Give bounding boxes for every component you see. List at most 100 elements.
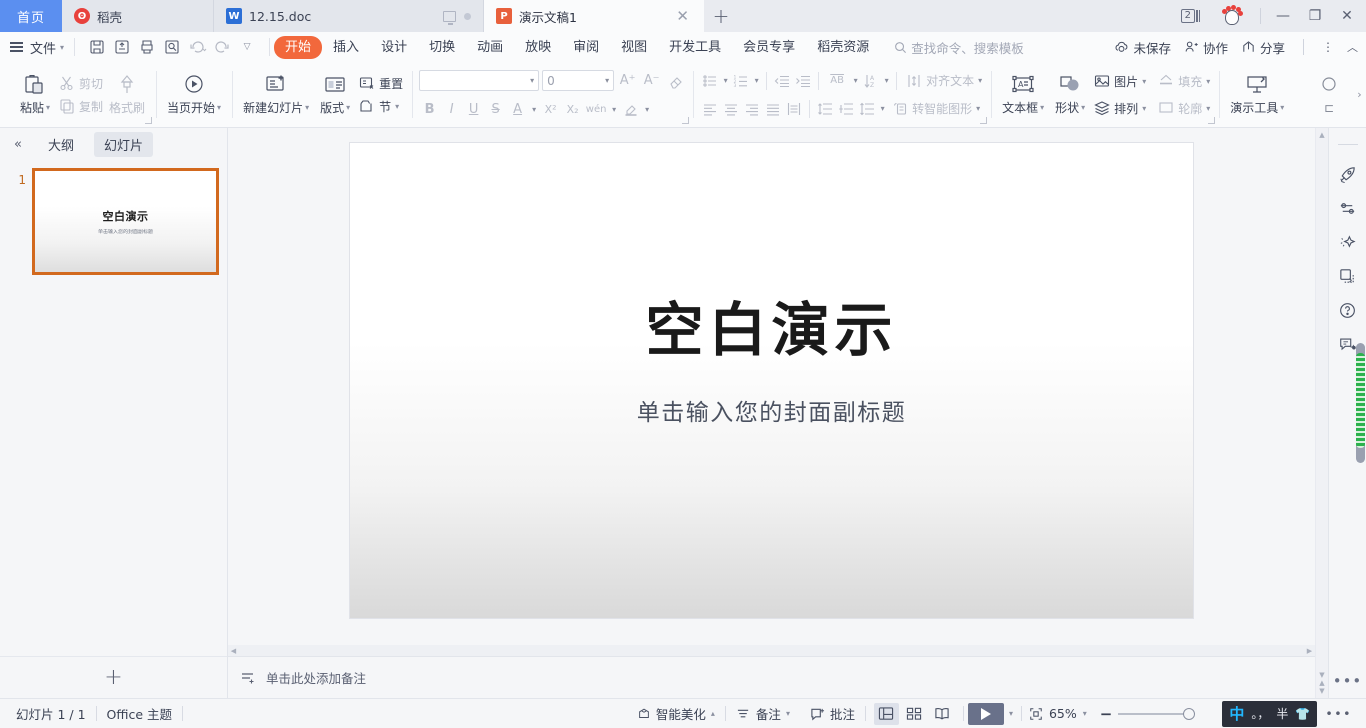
highlight-button[interactable] (620, 99, 641, 119)
fill-button[interactable]: 填充 ▾ (1156, 72, 1212, 91)
rail-settings-button[interactable] (1333, 191, 1363, 225)
share-button[interactable]: 分享 (1241, 38, 1285, 57)
insert-dialog-launcher[interactable] (1208, 117, 1215, 124)
save-icon[interactable] (89, 39, 105, 55)
zoom-slider-handle[interactable] (1183, 708, 1195, 720)
slide-canvas[interactable]: 空白演示 单击输入您的封面副标题 (228, 128, 1315, 645)
file-menu-button[interactable]: 文件 ▾ (10, 38, 70, 57)
highlight-dropdown[interactable]: ▾ (642, 99, 652, 119)
reset-button[interactable]: 重置 (357, 74, 405, 93)
slide-thumbnail-1[interactable]: 空白演示 单击输入您的封面副标题 (32, 168, 219, 275)
tab-outline[interactable]: 大纲 (38, 132, 84, 157)
subscript-button[interactable]: X₂ (562, 99, 583, 119)
distribute-button[interactable] (784, 99, 804, 119)
arrange-button[interactable]: 排列 ▾ (1092, 99, 1148, 118)
collaborate-button[interactable]: 协作 (1184, 38, 1228, 57)
status-more-button[interactable]: ••• (1317, 706, 1360, 721)
theme-label[interactable]: Office 主题 (97, 704, 182, 723)
rail-more-button[interactable]: ••• (1333, 672, 1363, 698)
tab-docer[interactable]: ʘ 稻壳 (62, 0, 214, 32)
increase-indent-button[interactable] (793, 71, 813, 91)
font-color-button[interactable]: A (507, 99, 528, 119)
maximize-button[interactable]: ❐ (1300, 8, 1330, 24)
tab-word-doc[interactable]: W 12.15.doc (214, 0, 484, 32)
bold-button[interactable]: B (419, 99, 440, 119)
start-from-current-button[interactable]: 当页开始 ▾ (163, 73, 225, 116)
ribbon-overflow-button[interactable]: ⋮ (1322, 40, 1334, 54)
tab-home[interactable]: 首页 (0, 0, 62, 32)
font-name-input[interactable]: ▾ (419, 70, 539, 91)
slide-title-placeholder[interactable]: 空白演示 (645, 283, 897, 367)
align-left-button[interactable] (700, 99, 720, 119)
italic-button[interactable]: I (441, 99, 462, 119)
ribbon-tab-animation[interactable]: 动画 (466, 36, 514, 59)
search-input[interactable]: 查找命令、搜索模板 (894, 38, 1024, 57)
save-as-icon[interactable] (114, 39, 130, 55)
paste-button[interactable]: 粘贴 ▾ (13, 73, 57, 116)
print-preview-icon[interactable] (164, 39, 180, 55)
ribbon-tab-member[interactable]: 会员专享 (732, 36, 806, 59)
decrease-font-size-button[interactable]: A⁻ (641, 71, 662, 91)
ribbon-tab-docer-resource[interactable]: 稻壳资源 (806, 36, 880, 59)
shape-button[interactable]: 形状 ▾ (1048, 73, 1092, 116)
comments-button[interactable]: 批注 (800, 704, 865, 723)
redo-icon[interactable] (214, 39, 230, 55)
ribbon-tab-developer[interactable]: 开发工具 (658, 36, 732, 59)
textbox-button[interactable]: A 文本框 ▾ (998, 73, 1048, 116)
next-slide-arrow-icon[interactable]: ▲ (1319, 679, 1324, 687)
prev-slide-arrow-icon[interactable]: ▼ (1319, 687, 1324, 695)
slideshow-dropdown[interactable]: ▾ (1004, 709, 1021, 718)
convert-to-smartart-button[interactable]: 转智能图形 ▾ (888, 99, 982, 118)
scroll-down-arrow-icon[interactable]: ▼ (1319, 671, 1324, 679)
minimize-button[interactable]: — (1268, 8, 1298, 24)
ribbon-tab-review[interactable]: 审阅 (562, 36, 610, 59)
print-icon[interactable] (139, 39, 155, 55)
ribbon-tab-transition[interactable]: 切换 (418, 36, 466, 59)
ribbon-scroll-right-button[interactable]: › (1353, 62, 1366, 127)
scroll-up-arrow-icon[interactable]: ▲ (1319, 131, 1324, 139)
reading-view-button[interactable] (930, 703, 955, 725)
ribbon-tab-view[interactable]: 视图 (610, 36, 658, 59)
avatar[interactable] (1220, 5, 1244, 27)
chevron-down-icon[interactable]: ▾ (1083, 709, 1087, 718)
ime-indicator[interactable]: 中 。， 半 👕 (1222, 701, 1317, 727)
ribbon-collapse-button[interactable]: ︿ (1347, 39, 1358, 55)
ribbon-tab-insert[interactable]: 插入 (322, 36, 370, 59)
slide-thumbnail-row[interactable]: 1 空白演示 单击输入您的封面副标题 (0, 168, 227, 275)
undo-icon[interactable] (189, 39, 205, 55)
line-height-button[interactable] (857, 99, 877, 119)
picture-button[interactable]: 图片 ▾ (1092, 72, 1148, 91)
font-size-input[interactable]: 0 ▾ (542, 70, 614, 91)
align-right-button[interactable] (742, 99, 762, 119)
bullets-button[interactable] (700, 71, 720, 91)
smart-beautify-button[interactable]: 智能美化 ▴ (627, 704, 725, 723)
text-direction-button[interactable]: AB (824, 71, 850, 91)
horizontal-scrollbar[interactable]: ◀ ▶ (228, 645, 1315, 656)
copy-button[interactable]: 复制 (57, 97, 105, 116)
line-spacing-button[interactable] (815, 99, 835, 119)
outline-button[interactable]: 轮廓 ▾ (1156, 99, 1212, 118)
paragraph-spacing-button[interactable] (836, 99, 856, 119)
phonetic-guide-button[interactable]: wén (584, 99, 608, 119)
superscript-button[interactable]: X² (540, 99, 561, 119)
scroll-right-arrow-icon[interactable]: ▶ (1304, 647, 1315, 655)
present-tools-button[interactable]: 演示工具 ▾ (1226, 73, 1288, 116)
numbering-dropdown[interactable]: ▾ (752, 71, 761, 91)
rail-duplicate-button[interactable] (1333, 259, 1363, 293)
vertical-scrollbar[interactable]: ▲ ▼ ▲ ▼ (1315, 128, 1328, 698)
slide-editing-surface[interactable]: 空白演示 单击输入您的封面副标题 (350, 143, 1193, 618)
decrease-indent-button[interactable] (772, 71, 792, 91)
overflow-group-button[interactable]: ⊏ (1307, 75, 1351, 115)
ribbon-tab-design[interactable]: 设计 (370, 36, 418, 59)
clipboard-dialog-launcher[interactable] (145, 117, 152, 124)
new-slide-button[interactable]: 新建幻灯片 ▾ (239, 73, 313, 116)
tab-slides[interactable]: 幻灯片 (94, 132, 153, 157)
ime-punctuation-label[interactable]: 。， (1251, 705, 1269, 722)
zoom-slider[interactable] (1118, 713, 1190, 715)
normal-view-button[interactable] (874, 703, 899, 725)
ime-language-label[interactable]: 中 (1229, 703, 1244, 724)
line-height-dropdown[interactable]: ▾ (878, 99, 887, 119)
text-direction-dropdown[interactable]: ▾ (851, 71, 860, 91)
strikethrough-button[interactable]: S (485, 99, 506, 119)
notes-bar[interactable]: 单击此处添加备注 (228, 656, 1315, 698)
